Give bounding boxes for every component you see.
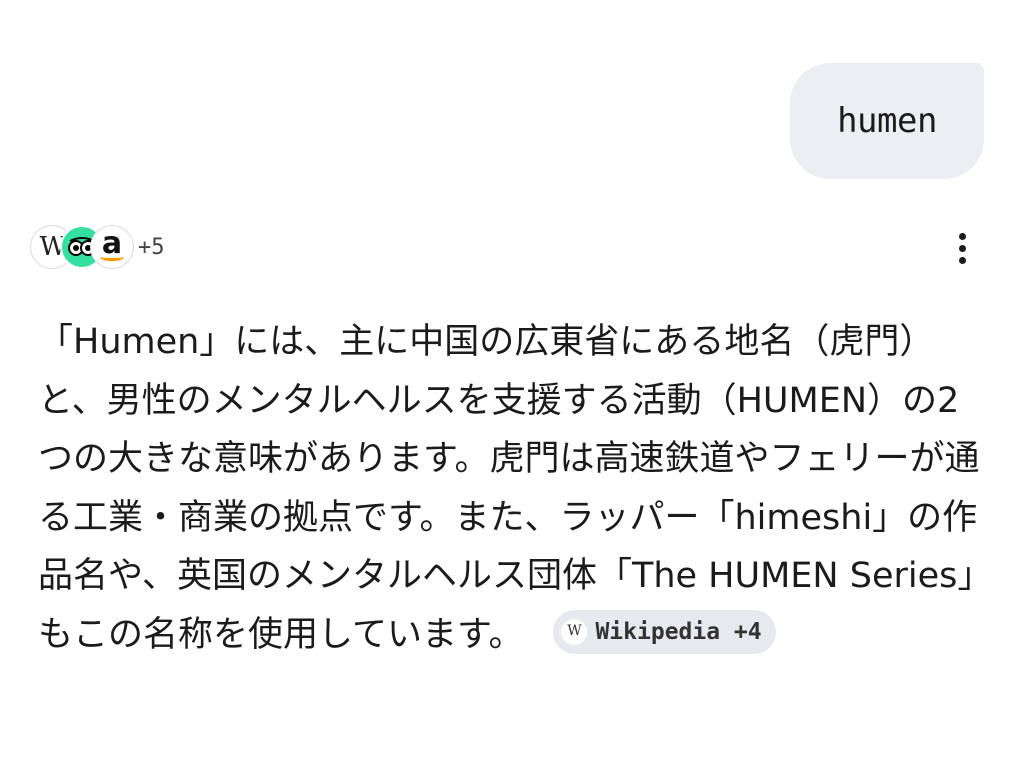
more-vertical-icon-dot: [958, 232, 966, 240]
user-message-bubble: humen: [790, 63, 984, 179]
sources-row[interactable]: W a +5: [30, 220, 165, 274]
more-vertical-icon-dot: [958, 256, 966, 264]
more-options-button[interactable]: [944, 226, 980, 270]
citation-chip[interactable]: W Wikipedia +4: [553, 609, 776, 654]
more-sources-count: +5: [138, 234, 165, 260]
wikipedia-chip-icon: W: [561, 618, 588, 645]
answer-paragraph: 「Humen」には、主に中国の広東省にある地名（虎門）と、男性のメンタルヘルスを…: [38, 313, 990, 664]
answer-text: 「Humen」には、主に中国の広東省にある地名（虎門）と、男性のメンタルヘルスを…: [38, 322, 980, 655]
amazon-smile-icon: [100, 253, 124, 261]
user-message-text: humen: [837, 101, 937, 141]
citation-label: Wikipedia +4: [595, 618, 762, 645]
more-vertical-icon-dot: [958, 244, 966, 252]
amazon-icon: a: [90, 225, 134, 269]
